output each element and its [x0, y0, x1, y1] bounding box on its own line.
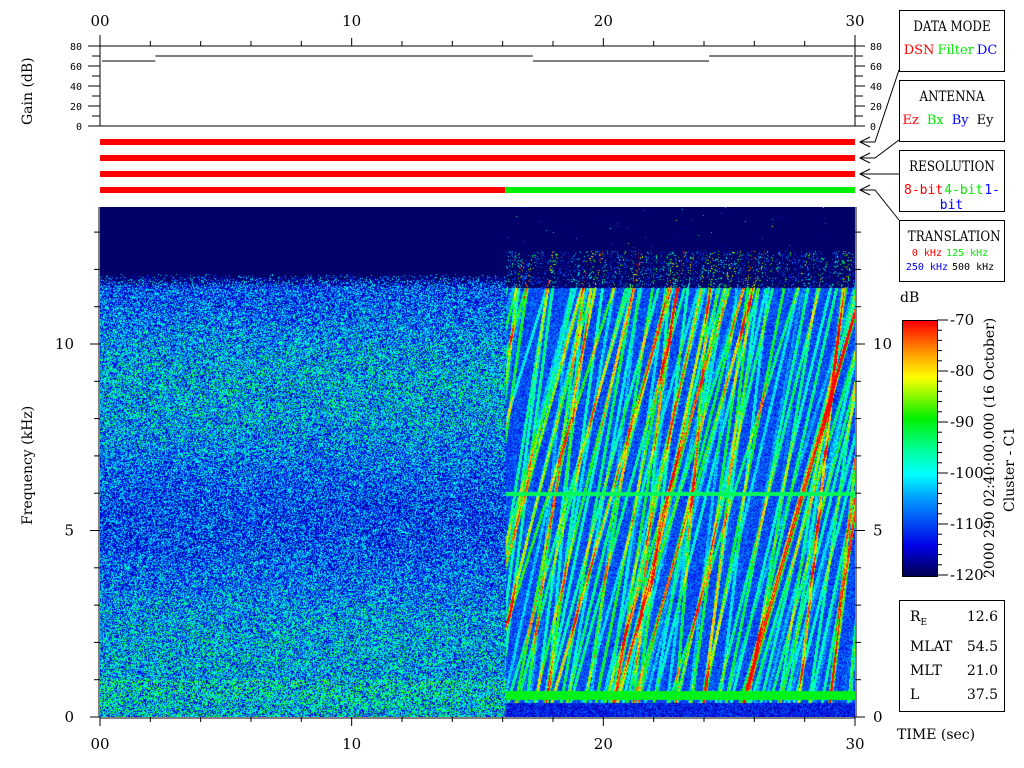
time-tick-label: 20: [594, 735, 613, 753]
time-tick-label-top: 30: [845, 12, 864, 30]
axes-layer: 80 8060 6040 4020 200 000 10 20 300 05 510 1000 10 20…: [55, 12, 984, 753]
data-mode-legend: DATA MODE DSN Filter DC: [899, 10, 1005, 72]
legend-title: ANTENNA: [919, 89, 985, 105]
status-bar-segment: [100, 139, 855, 145]
time-tick-label-top: 00: [90, 12, 109, 30]
gain-tick-label: 20: [870, 102, 882, 113]
gain-tick-label: 80: [70, 42, 82, 53]
legend-title: RESOLUTION: [909, 159, 995, 175]
legend-item: By: [951, 113, 969, 128]
time-tick-label: 30: [845, 735, 864, 753]
legend-items: Ez Bx By Ey: [900, 113, 1004, 128]
legend-item: 4-bit: [944, 183, 984, 198]
time-tick-label: 00: [90, 735, 109, 753]
ephemeris-value: 21.0: [966, 662, 998, 679]
spectrogram-figure: 80 80 60 60 40 40 20 20 0 0 00 10 20 30 0 0 5 5 10 10 00 10 20…: [0, 0, 1024, 768]
ephemeris-value: 54.5: [966, 638, 998, 655]
gain-tick-label: 0: [76, 122, 82, 133]
gain-tick-label: 0: [870, 122, 876, 133]
ephemeris-row: L 37.5: [900, 683, 1004, 707]
time-axis-label: TIME (sec): [897, 727, 976, 743]
gain-axis-label: Gain (dB): [20, 57, 36, 125]
legend-items: DSN Filter DC: [900, 43, 1004, 58]
legend-title: TRANSLATION: [907, 229, 1001, 245]
date-title: 2000 290 02:40:00.000 (16 October): [982, 317, 998, 578]
legend-item: Bx: [926, 113, 944, 128]
status-bar-segment: [505, 187, 855, 193]
colorbar-tick-label: -90: [950, 413, 974, 431]
frequency-axis-label: Frequency (kHz): [20, 405, 36, 525]
ephemeris-box: RE 12.6 MLAT 54.5 MLT 21.0 L 37.5: [899, 600, 1005, 712]
legend-item: 250 kHz: [905, 262, 948, 273]
time-tick-label: 10: [342, 735, 361, 753]
ephemeris-value: 12.6: [966, 609, 998, 625]
ephemeris-label: RE: [910, 609, 928, 628]
freq-tick-label: 5: [873, 522, 883, 540]
colorbar-label: dB: [900, 290, 920, 306]
colorbar-tick-label: -120: [950, 566, 984, 584]
time-tick-label-top: 20: [594, 12, 613, 30]
connector-line: [860, 189, 900, 221]
ephemeris-value: 37.5: [966, 686, 998, 703]
colorbar-tick-label: -100: [950, 464, 984, 482]
ephemeris-row: MLAT 54.5: [900, 635, 1004, 659]
legend-item: Ey: [976, 113, 994, 128]
ephemeris-row: RE 12.6: [900, 605, 1004, 635]
freq-tick-label: 5: [64, 522, 74, 540]
ephemeris-label: MLT: [910, 662, 942, 679]
gain-tick-label: 60: [70, 62, 82, 73]
legend-item: 500 kHz: [952, 262, 995, 273]
legend-item: 8-bit: [904, 183, 944, 198]
gain-tick-label: 80: [870, 42, 882, 53]
status-bar-segment: [100, 187, 506, 193]
legend-item: Filter: [937, 43, 974, 58]
status-bar-segment: [100, 171, 855, 177]
antenna-legend: ANTENNA Ez Bx By Ey: [899, 80, 1005, 142]
legend-items: 0 kHz 125 kHz 250 kHz 500 kHz: [900, 247, 1004, 275]
ephemeris-label: MLAT: [910, 638, 953, 655]
freq-tick-label: 0: [873, 708, 883, 726]
freq-tick-label: 0: [64, 708, 74, 726]
gain-tick-label: 40: [70, 82, 82, 93]
legend-title: DATA MODE: [913, 19, 991, 35]
status-bar-segment: [100, 155, 855, 161]
gain-tick-label: 20: [70, 102, 82, 113]
colorbar-tick-label: -80: [950, 362, 974, 380]
ephemeris-label: L: [910, 686, 920, 703]
time-tick-label-top: 10: [342, 12, 361, 30]
legend-item: DC: [976, 43, 998, 58]
legend-item: DSN: [903, 43, 935, 58]
colorbar-tick-label: -110: [950, 515, 984, 533]
legend-item: 0 kHz: [911, 248, 942, 259]
resolution-legend: RESOLUTION 8-bit4-bit1-bit: [899, 150, 1005, 213]
gain-tick-label: 40: [870, 82, 882, 93]
ephemeris-row: MLT 21.0: [900, 659, 1004, 683]
colorbar-tick-label: -70: [950, 311, 974, 329]
translation-legend: TRANSLATION 0 kHz 125 kHz 250 kHz 500 kHz: [899, 220, 1005, 282]
gain-tick-label: 60: [870, 62, 882, 73]
freq-tick-label: 10: [873, 335, 892, 353]
legend-items: 8-bit4-bit1-bit: [900, 183, 1004, 213]
legend-item: 125 kHz: [945, 248, 989, 259]
legend-item: Ez: [902, 113, 919, 128]
freq-tick-label: 10: [55, 335, 74, 353]
spacecraft-label: Cluster - C1: [1002, 426, 1018, 512]
